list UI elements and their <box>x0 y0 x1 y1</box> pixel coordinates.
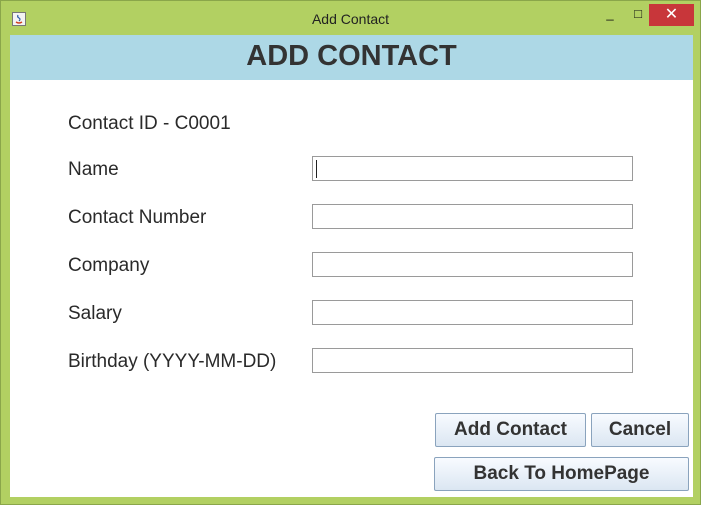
company-input[interactable] <box>312 252 633 277</box>
contact-number-input[interactable] <box>312 204 633 229</box>
birthday-input[interactable] <box>312 348 633 373</box>
name-input[interactable] <box>312 156 633 181</box>
contact-id-label: Contact ID - C0001 <box>68 113 231 134</box>
page-title: ADD CONTACT <box>246 40 457 72</box>
app-window: Add Contact _ □ ✕ ADD CONTACT Contact ID… <box>0 0 701 505</box>
salary-label: Salary <box>68 303 122 324</box>
minimize-button[interactable]: _ <box>595 4 625 26</box>
back-to-homepage-button[interactable]: Back To HomePage <box>434 457 689 491</box>
salary-input[interactable] <box>312 300 633 325</box>
name-label: Name <box>68 159 119 180</box>
contact-number-label: Contact Number <box>68 207 207 228</box>
header-banner: ADD CONTACT <box>10 35 693 80</box>
close-button[interactable]: ✕ <box>649 4 694 26</box>
company-label: Company <box>68 255 150 276</box>
title-bar[interactable]: Add Contact _ □ ✕ <box>1 1 700 34</box>
cancel-button[interactable]: Cancel <box>591 413 689 447</box>
text-cursor <box>316 160 317 178</box>
birthday-label: Birthday (YYYY-MM-DD) <box>68 351 277 372</box>
add-contact-button[interactable]: Add Contact <box>435 413 586 447</box>
form-panel: ADD CONTACT Contact ID - C0001 Name Cont… <box>10 35 693 497</box>
